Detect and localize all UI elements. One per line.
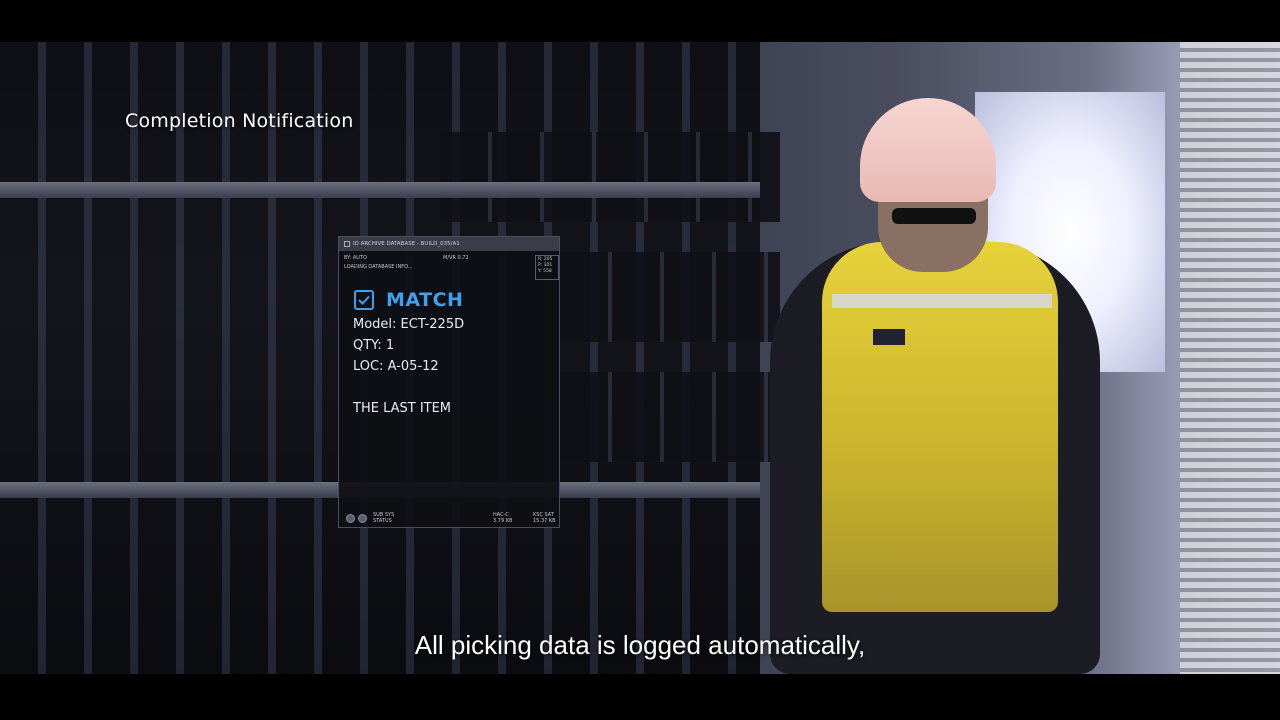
coords-box: R: 205 P: 301 Y: 558	[535, 255, 559, 280]
bin-row	[560, 252, 780, 342]
hud-title: Completion Notification	[125, 110, 354, 132]
vest-badge	[873, 329, 905, 345]
shelf-board	[0, 182, 760, 198]
panel-titlebar: ID ARCHIVE DATABASE - BUILD_035/A1	[339, 237, 559, 251]
match-status: MATCH	[354, 289, 463, 311]
zoom-in-icon[interactable]	[346, 514, 355, 523]
scan-result-panel: ID ARCHIVE DATABASE - BUILD_035/A1 BY: A…	[338, 236, 560, 528]
bin-row	[560, 372, 780, 462]
bin-row	[440, 132, 780, 222]
metal-rack	[1180, 42, 1280, 674]
model-line: Model: ECT-225D	[353, 317, 465, 332]
letterbox-top	[0, 0, 1280, 42]
warehouse-video-frame	[0, 42, 1280, 674]
qty-line: QTY: 1	[353, 338, 395, 353]
panel-footer: SUB SYS STATUS HAC-C 3.79 KB KSC SAT 15.…	[339, 511, 559, 527]
loading-text: LOADING DATABASE INFO...	[344, 264, 413, 270]
meta-version: M/VR 0.72	[443, 255, 469, 261]
status-label: STATUS	[373, 517, 392, 524]
letterbox-bottom	[0, 674, 1280, 720]
reflective-stripe	[832, 294, 1052, 308]
loc-line: LOC: A-05-12	[353, 359, 439, 374]
video-subtitle: All picking data is logged automatically…	[414, 630, 866, 660]
hac-value: 3.79 KB	[493, 517, 513, 524]
window-icon	[344, 240, 350, 247]
safety-glasses	[892, 208, 976, 224]
ksc-value: 15.37 KB	[533, 517, 556, 524]
match-label: MATCH	[386, 289, 464, 311]
panel-title: ID ARCHIVE DATABASE - BUILD_035/A1	[353, 241, 460, 247]
coord-y: Y: 558	[538, 269, 552, 274]
meta-by: BY: AUTO	[344, 255, 367, 261]
note-line: THE LAST ITEM	[353, 401, 452, 416]
zoom-out-icon[interactable]	[358, 514, 367, 523]
checkbox-checked-icon	[354, 290, 374, 310]
